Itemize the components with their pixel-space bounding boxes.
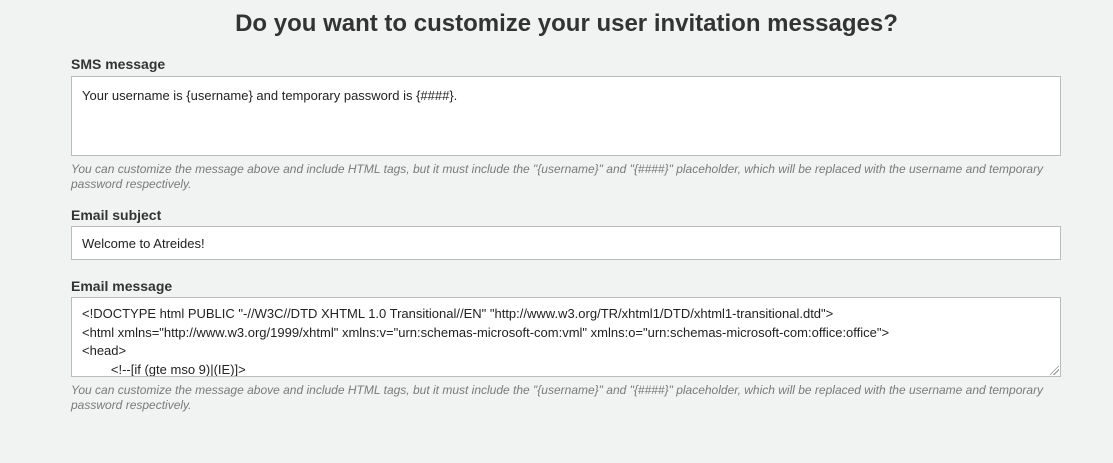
email-message-line: <!DOCTYPE html PUBLIC "-//W3C//DTD XHTML… xyxy=(82,306,834,321)
email-message-line: <head> xyxy=(82,343,127,358)
email-help-text: You can customize the message above and … xyxy=(71,383,1044,412)
email-subject-input[interactable] xyxy=(71,226,1061,260)
sms-message-label: SMS message xyxy=(71,56,166,72)
sms-message-textarea[interactable]: Your username is {username} and temporar… xyxy=(71,76,1061,156)
email-message-line: <!--[if (gte mso 9)|(IE)]> xyxy=(82,361,246,377)
resize-handle[interactable] xyxy=(1050,366,1059,375)
page-title: Do you want to customize your user invit… xyxy=(235,10,898,37)
email-message-textarea[interactable]: <!DOCTYPE html PUBLIC "-//W3C//DTD XHTML… xyxy=(71,297,1061,377)
email-message-label: Email message xyxy=(71,278,173,294)
email-message-line: <html xmlns="http://www.w3.org/1999/xhtm… xyxy=(82,324,890,340)
email-subject-label: Email subject xyxy=(71,207,162,223)
sms-help-text: You can customize the message above and … xyxy=(71,162,1044,191)
